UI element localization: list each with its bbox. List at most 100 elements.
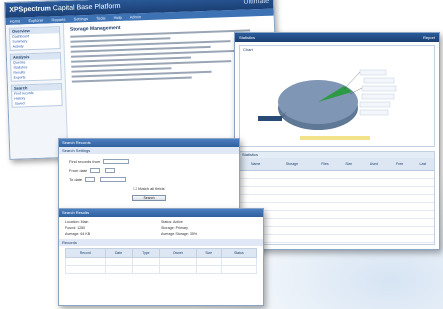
table-row[interactable] [240, 170, 434, 179]
from-date-field[interactable] [90, 168, 101, 174]
table-row[interactable] [240, 210, 434, 219]
table-cell [337, 210, 361, 219]
table-header-row: Name Storage Files Size Used Free Last [240, 158, 434, 171]
table-cell [411, 202, 434, 211]
summary-field: Storage: Primary [161, 226, 188, 230]
nav-link[interactable]: Exports [12, 74, 61, 81]
summary-field: Status: Active [161, 220, 183, 224]
column-header[interactable]: Date [104, 248, 133, 258]
table-cell [360, 202, 388, 211]
table-cell [271, 202, 313, 211]
summary-field: Location: Main [65, 220, 89, 224]
table-cell [337, 242, 361, 249]
table-cell [387, 170, 412, 179]
menu-item[interactable]: Home [10, 18, 21, 23]
table-cell [271, 178, 313, 187]
column-header[interactable]: Used [360, 158, 388, 171]
report-link[interactable]: Report [423, 33, 435, 42]
table-cell [240, 194, 272, 203]
menu-item[interactable]: Tools [96, 15, 106, 20]
table-cell [312, 178, 338, 187]
nav-group: Overview Dashboard Summary Activity [8, 26, 61, 51]
table-cell [271, 210, 313, 219]
table-row[interactable] [240, 186, 434, 195]
table-cell [387, 226, 412, 235]
match-all-checkbox[interactable]: ☐ [133, 186, 137, 191]
table-cell [360, 186, 388, 195]
table-cell [312, 218, 338, 227]
column-header[interactable]: Name [240, 158, 272, 171]
chart-panel: Chart [239, 45, 435, 147]
nav-group: Search Find records History Saved [10, 83, 63, 108]
column-header[interactable]: Status [220, 248, 258, 258]
slice-label-main [258, 116, 282, 121]
table-cell [360, 178, 388, 187]
menu-item[interactable]: Reports [51, 17, 65, 22]
leader-line [343, 71, 361, 90]
column-header[interactable]: Last [411, 158, 434, 171]
table-cell [411, 242, 434, 249]
table-row[interactable] [240, 178, 434, 187]
table-row[interactable] [240, 242, 434, 249]
menu-item[interactable]: Explorer [28, 18, 43, 24]
table-cell [271, 218, 313, 227]
table-cell [387, 202, 412, 211]
to-time-field[interactable] [100, 177, 127, 183]
menu-item[interactable]: Settings [74, 16, 89, 22]
column-header[interactable]: Files [312, 158, 338, 171]
results-dialog: Search Results Location: Main Status: Ac… [58, 208, 264, 306]
results-body: Location: Main Status: Active Found: 128… [59, 217, 263, 277]
results-summary: Location: Main Status: Active Found: 128… [65, 220, 257, 236]
table-row[interactable] [240, 234, 434, 243]
table-row[interactable] [240, 226, 434, 235]
statistics-title: Statistics [239, 35, 256, 40]
checkbox-label: Match all fields [138, 186, 165, 191]
source-field[interactable] [103, 159, 130, 165]
app-title: XPSpectrum [9, 5, 52, 14]
table-cell [387, 242, 412, 249]
table-cell [271, 226, 313, 235]
column-header[interactable]: Free [387, 158, 412, 171]
table-cell [271, 242, 313, 249]
search-dialog-titlebar: Search Records [59, 139, 239, 147]
table-cell [411, 218, 434, 227]
table-row[interactable] [65, 257, 258, 266]
slice-label [359, 109, 389, 116]
table-cell [312, 202, 338, 211]
column-header[interactable]: Size [195, 248, 222, 258]
column-header[interactable]: Record [65, 248, 106, 258]
menu-item[interactable]: Admin [130, 14, 142, 19]
nav-link[interactable]: Activity [10, 43, 59, 50]
table-cell [387, 194, 412, 203]
table-cell [387, 218, 412, 227]
search-button[interactable]: Search [132, 195, 166, 201]
from-time-field[interactable] [105, 168, 116, 174]
slice-label [363, 77, 395, 84]
table-cell [387, 210, 412, 219]
chart-footer-note [300, 136, 370, 140]
table-row[interactable] [240, 218, 434, 227]
results-dialog-titlebar: Search Results [59, 209, 263, 217]
nav-group: Analysis Queries Statistics Results Expo… [9, 52, 62, 82]
table-cell [411, 186, 434, 195]
table-row[interactable] [240, 194, 434, 203]
to-date-field[interactable] [85, 177, 96, 183]
table-cell [411, 226, 434, 235]
table-cell [312, 234, 338, 243]
column-header[interactable]: Type [131, 248, 161, 258]
menu-item[interactable]: Help [113, 15, 121, 20]
table-cell [360, 218, 388, 227]
table-cell [312, 242, 338, 249]
table-row[interactable] [240, 202, 434, 211]
table-row[interactable] [65, 265, 258, 274]
table-cell [411, 170, 434, 179]
table-cell [271, 186, 313, 195]
column-header[interactable]: Size [337, 158, 361, 171]
form-row: Find records from [69, 157, 229, 166]
table-cell [360, 194, 388, 203]
column-header[interactable]: Storage [271, 158, 313, 171]
nav-link[interactable]: Saved [12, 100, 61, 107]
table-cell [387, 234, 412, 243]
table-cell [360, 226, 388, 235]
column-header[interactable]: Owner [159, 248, 197, 258]
